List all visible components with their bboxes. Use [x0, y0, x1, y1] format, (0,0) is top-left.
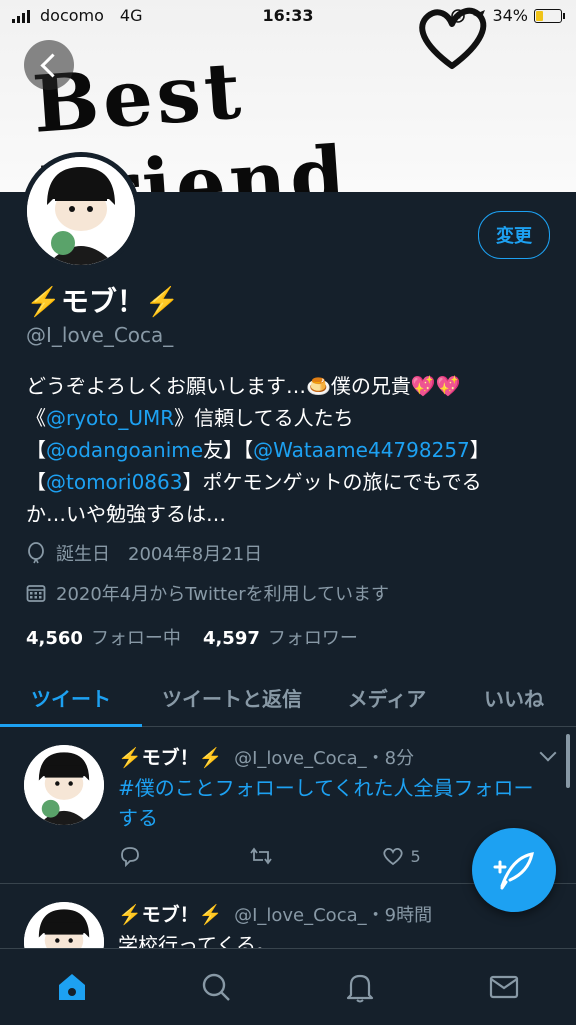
bio-line: 【@tomori0863】ポケモンゲットの旅にでもでる: [26, 466, 546, 498]
compose-tweet-button[interactable]: [472, 828, 556, 912]
profile-avatar[interactable]: [22, 152, 140, 270]
mention-link[interactable]: @ryoto_UMR: [46, 406, 174, 430]
username-handle: @I_love_Coca_: [26, 323, 174, 347]
like-count: 5: [410, 846, 421, 866]
bio-text: 友】【: [203, 438, 254, 462]
followers-count[interactable]: 4,597: [203, 628, 260, 649]
battery-icon: [534, 8, 565, 23]
follow-stats: 4,560 フォロー中 4,597 フォロワー: [26, 624, 372, 650]
bio-line: 《@ryoto_UMR》信頼してる人たち: [26, 402, 546, 434]
signal-icon: [12, 9, 30, 23]
orientation-lock-icon: [451, 8, 466, 23]
bio-text: 【: [26, 438, 46, 462]
tweet-menu-chevron-icon[interactable]: [539, 744, 557, 762]
tab-tweets[interactable]: ツイート: [0, 668, 142, 727]
home-icon: [59, 974, 85, 1000]
mob-avatar-illustration: [24, 902, 104, 948]
carrier-label: docomo: [40, 6, 104, 25]
following-label[interactable]: フォロー中: [91, 624, 181, 650]
joined-date: 2020年4月からTwitterを利用しています: [56, 584, 390, 605]
tab-likes[interactable]: いいね: [452, 668, 576, 726]
tweet-time: ・9時間: [366, 905, 433, 926]
mail-icon: [489, 975, 519, 999]
bio-text: 】ポケモンゲットの旅にでもでる: [182, 470, 482, 494]
back-button[interactable]: [24, 40, 74, 90]
birthday-row: 誕生日 2004年8月21日: [26, 540, 262, 566]
joined-row: 2020年4月からTwitterを利用しています: [26, 580, 389, 606]
tweet-text: 学校行ってくる。: [118, 933, 276, 949]
followers-label[interactable]: フォロワー: [268, 624, 358, 650]
tab-media[interactable]: メディア: [322, 668, 452, 726]
tweet-header: ⚡️モブ！⚡️ @I_love_Coca_・8分: [118, 743, 414, 770]
network-label: 4G: [119, 6, 143, 25]
retweet-icon: [250, 847, 272, 865]
tweet-header: ⚡️モブ！⚡️ @I_love_Coca_・9時間: [118, 900, 432, 927]
tweet-author-name: ⚡️モブ！⚡️: [118, 904, 223, 926]
bio-line: どうぞよろしくお願いします…🍮僕の兄貴💖💖: [26, 374, 461, 398]
status-bar: 16:33 docomo 4G 34%: [0, 0, 576, 32]
nav-search[interactable]: [196, 967, 236, 1007]
bottom-navigation: [0, 948, 576, 1025]
mob-avatar-illustration: [27, 157, 135, 265]
following-count[interactable]: 4,560: [26, 628, 83, 649]
bio-line: 【@odangoanime友】【@Wataame44798257】: [26, 434, 546, 466]
display-name: ⚡️モブ！⚡️: [26, 285, 180, 318]
bell-icon: [346, 974, 374, 1003]
nav-home[interactable]: [52, 967, 92, 1007]
nav-notifications[interactable]: [340, 967, 380, 1007]
reply-button[interactable]: [118, 845, 142, 867]
reply-icon: [121, 847, 139, 867]
back-arrow-icon: [40, 53, 65, 78]
bio-line: か…いや勉強するは…: [26, 502, 226, 526]
like-button[interactable]: 5: [381, 845, 421, 867]
mob-avatar-illustration: [24, 745, 104, 825]
profile-bio: どうぞよろしくお願いします…🍮僕の兄貴💖💖 《@ryoto_UMR》信頼してる人…: [26, 370, 546, 530]
mention-link[interactable]: @tomori0863: [46, 470, 182, 494]
balloon-icon: [28, 542, 44, 564]
bio-text: 《: [26, 406, 46, 430]
nav-messages[interactable]: [484, 967, 524, 1007]
bio-text: 】: [469, 438, 490, 462]
retweet-button[interactable]: [247, 845, 275, 867]
tweet-avatar[interactable]: [24, 745, 104, 825]
scrollbar[interactable]: [566, 734, 570, 788]
battery-percent: 34%: [492, 6, 528, 25]
bio-text: 【: [26, 470, 46, 494]
tweet-avatar[interactable]: [24, 902, 104, 948]
calendar-icon: [26, 585, 46, 602]
edit-profile-button[interactable]: 変更: [478, 211, 550, 259]
search-icon: [202, 973, 230, 1001]
tweet-author-name: ⚡️モブ！⚡️: [118, 747, 223, 769]
mention-link[interactable]: @odangoanime: [46, 438, 203, 462]
compose-feather-icon: [493, 852, 534, 890]
tab-tweets-and-replies[interactable]: ツイートと返信: [142, 668, 322, 726]
tweet-hashtag[interactable]: #僕のことフォローしてくれた人全員フォローする: [118, 773, 548, 833]
birthday-value: 2004年8月21日: [128, 544, 263, 565]
bio-text: 》信頼してる人たち: [174, 406, 354, 430]
mention-link[interactable]: @Wataame44798257: [253, 438, 470, 462]
heart-icon: [382, 847, 403, 866]
birthday-label: 誕生日: [56, 544, 110, 565]
tweet-time: ・8分: [366, 748, 415, 769]
tweet-author-handle: @I_love_Coca_: [234, 748, 367, 769]
profile-tabs: ツイート ツイートと返信 メディア いいね: [0, 668, 576, 727]
location-arrow-icon: [473, 9, 486, 22]
tweet-author-handle: @I_love_Coca_: [234, 905, 367, 926]
